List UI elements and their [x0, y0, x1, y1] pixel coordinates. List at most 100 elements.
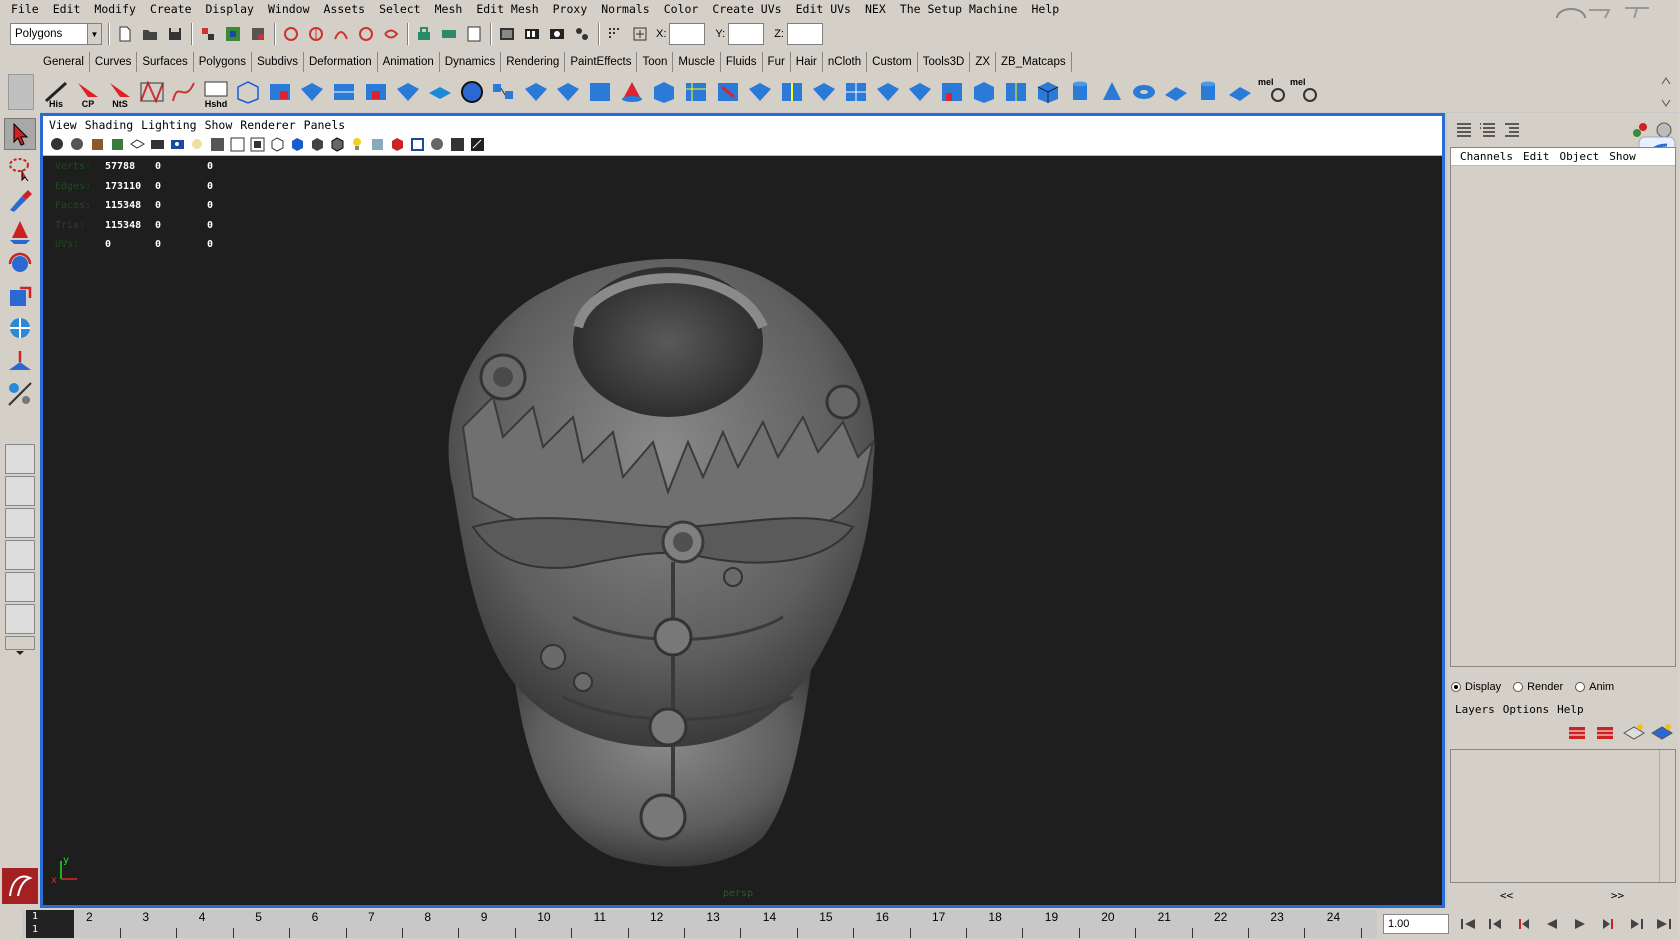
menu-normals[interactable]: Normals [594, 0, 656, 18]
layers-help-menu[interactable]: Help [1553, 703, 1588, 716]
resolution-gate-icon[interactable] [167, 135, 187, 155]
image-plane-icon[interactable] [107, 135, 127, 155]
menu-set-dropdown[interactable]: Polygons ▼ [10, 23, 102, 45]
prev-page-button[interactable]: << [1500, 889, 1513, 905]
safe-action-icon[interactable] [227, 135, 247, 155]
flat-shade-icon[interactable] [307, 135, 327, 155]
soft-modification-tool[interactable] [4, 346, 36, 378]
channels-show-menu[interactable]: Show [1604, 150, 1641, 163]
poly-tool-1-icon[interactable] [264, 75, 296, 109]
step-forward-key-button[interactable] [1596, 914, 1620, 934]
menu-window[interactable]: Window [261, 0, 317, 18]
camera-attributes-icon[interactable] [67, 135, 87, 155]
poly-tool-19-icon[interactable] [872, 75, 904, 109]
viewport-menu-shading[interactable]: Shading [81, 118, 137, 132]
next-page-button[interactable]: >> [1611, 889, 1624, 905]
use-all-lights-icon[interactable] [347, 135, 367, 155]
menu-setup-machine[interactable]: The Setup Machine [893, 0, 1025, 18]
menu-edit-mesh[interactable]: Edit Mesh [469, 0, 545, 18]
play-backwards-button[interactable] [1540, 914, 1564, 934]
wireframe-shading-icon[interactable] [267, 135, 287, 155]
backface-culling-icon[interactable] [467, 135, 487, 155]
shelf-tab-general[interactable]: General [38, 52, 90, 72]
ep-curve-icon[interactable] [168, 75, 200, 109]
select-joints-icon[interactable] [306, 23, 326, 45]
go-to-start-button[interactable] [1456, 914, 1480, 934]
history-button[interactable]: His [40, 75, 72, 109]
menu-edit[interactable]: Edit [46, 0, 88, 18]
film-gate-icon[interactable] [147, 135, 167, 155]
menu-proxy[interactable]: Proxy [546, 0, 595, 18]
menu-assets[interactable]: Assets [317, 0, 373, 18]
poly-tool-15-icon[interactable] [744, 75, 776, 109]
menu-create-uvs[interactable]: Create UVs [705, 0, 788, 18]
poly-tool-5-icon[interactable] [392, 75, 424, 109]
curve-tool-icon[interactable] [136, 75, 168, 109]
layer-mode-display[interactable]: Display [1451, 681, 1501, 693]
shelf-tab-ncloth[interactable]: nCloth [823, 52, 868, 72]
layers-menu[interactable]: Layers [1451, 703, 1499, 716]
lock-selection-icon[interactable] [414, 23, 434, 45]
poly-torus-icon[interactable] [1128, 75, 1160, 109]
poly-tool-22-icon[interactable] [968, 75, 1000, 109]
nts-button[interactable]: NtS [104, 75, 136, 109]
shelf-scroll-arrows[interactable] [1659, 74, 1673, 110]
menu-select[interactable]: Select [372, 0, 428, 18]
scale-tool[interactable] [4, 280, 36, 312]
poly-sphere-icon[interactable] [456, 75, 488, 109]
shelf-tab-surfaces[interactable]: Surfaces [137, 52, 194, 72]
shelf-tab-tools3d[interactable]: Tools3D [918, 52, 971, 72]
show-channel-box-icon[interactable] [1501, 119, 1523, 141]
menu-display[interactable]: Display [199, 0, 261, 18]
menu-file[interactable]: File [4, 0, 46, 18]
bookmarks-icon[interactable] [87, 135, 107, 155]
poly-tool-2-icon[interactable] [296, 75, 328, 109]
poly-tool-16-icon[interactable] [776, 75, 808, 109]
lasso-tool[interactable] [4, 152, 36, 184]
grid-toggle-icon[interactable] [127, 135, 147, 155]
hypershade-button[interactable]: Hshd [200, 75, 232, 109]
select-hierarchy-icon[interactable] [198, 23, 218, 45]
move-layer-up-icon[interactable] [1565, 721, 1591, 745]
select-tool[interactable] [4, 118, 36, 150]
render-settings-icon[interactable] [572, 23, 592, 45]
y-field[interactable] [728, 23, 765, 45]
poly-tool-10-icon[interactable] [584, 75, 616, 109]
menu-modify[interactable]: Modify [87, 0, 143, 18]
safe-title-icon[interactable] [247, 135, 267, 155]
save-scene-icon[interactable] [165, 23, 185, 45]
play-forwards-button[interactable] [1568, 914, 1592, 934]
poly-tool-17-icon[interactable] [808, 75, 840, 109]
poly-tool-7-icon[interactable] [488, 75, 520, 109]
shelf-tab-fur[interactable]: Fur [763, 52, 791, 72]
poly-tool-23-icon[interactable] [1000, 75, 1032, 109]
viewport-menu-lighting[interactable]: Lighting [137, 118, 200, 132]
channels-menu[interactable]: Channels [1455, 150, 1518, 163]
menu-nex[interactable]: NEX [858, 0, 893, 18]
select-deformations-icon[interactable] [381, 23, 401, 45]
shelf-tab-toon[interactable]: Toon [637, 52, 674, 72]
poly-tool-9-icon[interactable] [552, 75, 584, 109]
current-frame-marker[interactable]: 1 1 [26, 910, 74, 938]
select-component-icon[interactable] [248, 23, 268, 45]
chevron-down-icon[interactable] [5, 637, 35, 667]
high-quality-icon[interactable] [387, 135, 407, 155]
layout-single-pane-icon[interactable] [5, 444, 35, 474]
viewport-menu-view[interactable]: View [45, 118, 81, 132]
shelf-tab-curves[interactable]: Curves [90, 52, 138, 72]
poly-cube-icon[interactable] [1032, 75, 1064, 109]
menu-mesh[interactable]: Mesh [428, 0, 470, 18]
input-line-icon[interactable] [605, 23, 625, 45]
gate-mask-icon[interactable] [187, 135, 207, 155]
open-scene-icon[interactable] [140, 23, 160, 45]
wireframe-on-shaded-icon[interactable] [327, 135, 347, 155]
absolute-transform-icon[interactable] [630, 23, 650, 45]
poly-tool-14-icon[interactable] [712, 75, 744, 109]
channels-edit-menu[interactable]: Edit [1518, 150, 1555, 163]
layer-list[interactable] [1450, 749, 1676, 883]
show-tool-settings-icon[interactable] [1477, 119, 1499, 141]
menu-color[interactable]: Color [657, 0, 706, 18]
menu-create[interactable]: Create [143, 0, 199, 18]
mel-script-1-button[interactable]: mel [1256, 75, 1288, 109]
poly-tool-3-icon[interactable] [328, 75, 360, 109]
